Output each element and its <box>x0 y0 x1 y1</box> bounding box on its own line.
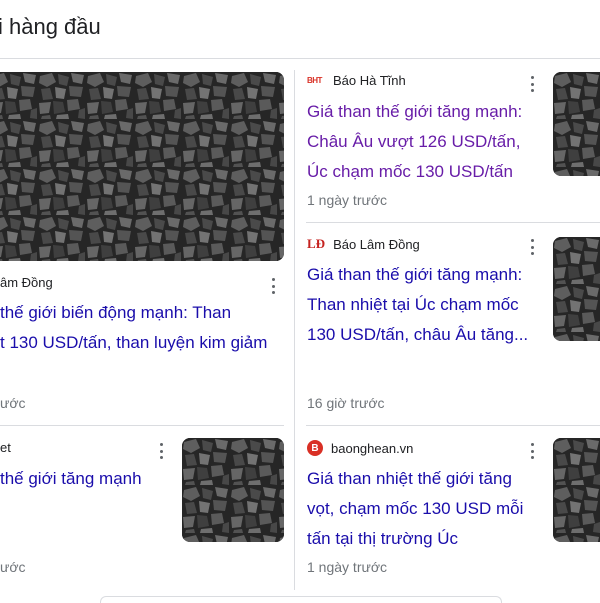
coal-image[interactable] <box>182 438 284 542</box>
source-name: et <box>0 440 11 455</box>
timestamp: 16 giờ trước <box>307 395 385 411</box>
coal-image[interactable] <box>553 438 600 542</box>
timestamp: ước <box>0 559 26 575</box>
news-card-2[interactable]: BHT Báo Hà Tĩnh Giá than thế giới tăng m… <box>295 60 600 223</box>
source-logo: LĐ <box>307 236 326 251</box>
source-name: Báo Lâm Đồng <box>333 236 420 252</box>
source-row: BHT Báo Hà Tĩnh <box>307 73 406 88</box>
headline-link[interactable]: thế giới biến động mạnh: Than t 130 USD/… <box>0 298 290 358</box>
source-name: âm Đồng <box>0 275 53 290</box>
timestamp: 1 ngày trước <box>307 192 388 208</box>
news-card-3[interactable]: LĐ Báo Lâm Đồng Giá than thế giới tăng m… <box>295 223 600 426</box>
source-row: B baonghean.vn <box>307 440 413 456</box>
source-row: LĐ Báo Lâm Đồng <box>307 236 420 252</box>
headline-link[interactable]: Giá than thế giới tăng mạnh: Than nhiệt … <box>307 260 541 350</box>
timestamp: ước <box>0 395 26 411</box>
news-card-0[interactable]: âm Đồng thế giới biến động mạnh: Than t … <box>0 0 294 425</box>
news-card-4[interactable]: B baonghean.vn Giá than nhiệt thế giới t… <box>295 426 600 596</box>
source-logo: B <box>307 440 323 456</box>
coal-image[interactable] <box>553 237 600 341</box>
source-name: Báo Hà Tĩnh <box>333 73 406 88</box>
headline-link[interactable]: Giá than thế giới tăng mạnh: Châu Âu vượ… <box>307 97 541 187</box>
source-name: baonghean.vn <box>331 440 414 456</box>
more-vert-icon[interactable] <box>268 276 278 296</box>
source-row: âm Đồng <box>0 275 53 290</box>
news-card-1[interactable]: et thế giới tăng mạnh ước <box>0 426 294 596</box>
source-row: et <box>0 440 11 455</box>
headline-link[interactable]: thế giới tăng mạnh <box>0 464 170 494</box>
source-logo: BHT <box>307 76 322 85</box>
coal-image[interactable] <box>553 72 600 176</box>
more-vert-icon[interactable] <box>527 237 537 257</box>
more-vert-icon[interactable] <box>156 441 166 461</box>
headline-link[interactable]: Giá than nhiệt thế giới tăng vọt, chạm m… <box>307 464 541 554</box>
more-vert-icon[interactable] <box>527 441 537 461</box>
coal-image[interactable] <box>0 72 284 261</box>
more-vert-icon[interactable] <box>527 74 537 94</box>
timestamp: 1 ngày trước <box>307 559 388 575</box>
